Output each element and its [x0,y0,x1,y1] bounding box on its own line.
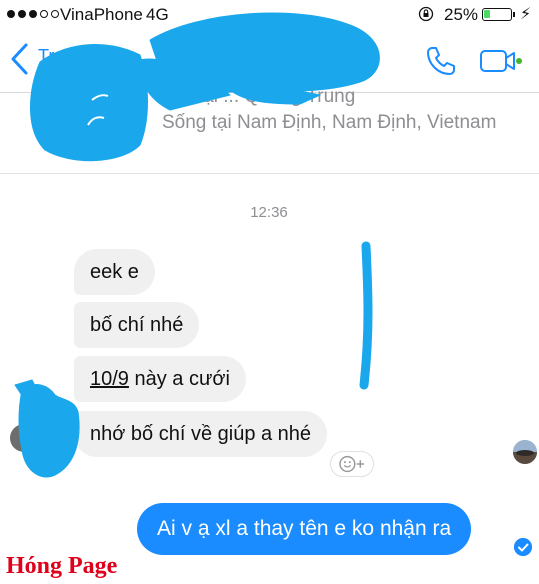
battery-fill [484,10,490,18]
signal-dots-icon [7,10,59,18]
add-reaction-icon[interactable] [330,451,374,477]
seen-avatar [513,440,537,464]
avatar-photo-icon [513,440,537,464]
message-text: này a cưới [128,368,230,390]
battery-percent: 25% [444,5,479,24]
back-chevron-icon[interactable] [8,42,32,76]
outgoing-message[interactable]: Ai v ạ xl a thay tên e ko nhận ra [137,503,472,555]
message-text: eek e [90,261,139,283]
message-text: Ai v ạ xl a thay tên e ko nhận ra [157,517,452,540]
network-type: 4G [146,5,169,24]
incoming-message[interactable]: eek e [74,249,155,295]
status-bar: VinaPhone 4G 25% ⚡︎ [0,0,539,30]
watermark-text: Hóng Page [6,553,118,579]
back-button-label[interactable]: Tr [38,46,54,67]
incoming-message[interactable]: bố chí nhé [74,302,200,348]
phone-icon[interactable] [424,44,458,78]
date-link[interactable]: 10/9 [90,368,129,390]
profile-location: Sống tại Nam Định, Nam Định, Vietnam [162,112,497,133]
sender-avatar[interactable] [10,424,38,452]
profile-divider [0,173,539,174]
incoming-message[interactable]: 10/9 này a cưới [74,356,246,402]
message-text: bố chí nhé [90,314,184,336]
orientation-lock-icon [418,6,434,22]
incoming-message[interactable]: nhớ bố chí về giúp a nhé [74,411,328,457]
battery-tip [513,12,515,17]
profile-education: học tại ... Quang Trung [162,86,356,107]
battery-icon [482,8,512,21]
message-timestamp: 12:36 [250,204,288,221]
message-text: nhớ bố chí về giúp a nhé [90,423,312,445]
delivered-check-icon [514,538,532,556]
carrier-name: VinaPhone [60,5,143,24]
video-camera-icon[interactable] [478,44,522,78]
charging-bolt-icon: ⚡︎ [520,6,532,23]
